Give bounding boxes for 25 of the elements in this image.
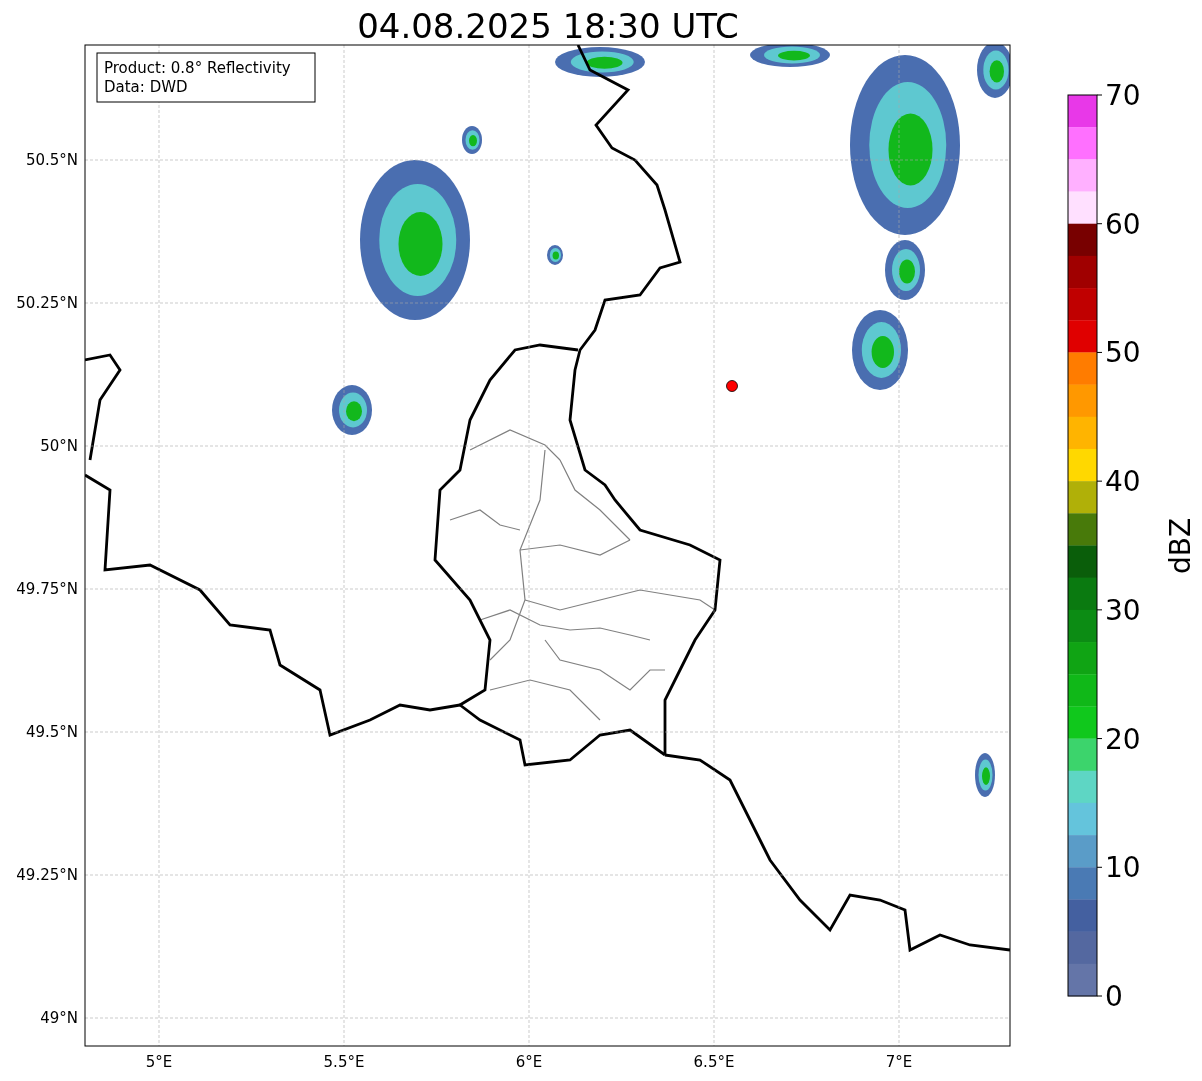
longitude-label: 5.5°E <box>323 1053 365 1071</box>
latitude-label: 49°N <box>40 1009 78 1027</box>
colorbar-tick-label: 20 <box>1105 722 1141 756</box>
latitude-label: 49.75°N <box>16 580 78 598</box>
latitude-label: 50.5°N <box>25 151 78 169</box>
colorbar-tick-label: 10 <box>1105 851 1141 885</box>
colorbar-tick-label: 70 <box>1105 79 1141 112</box>
colorbar-label: dBZ <box>1164 517 1197 575</box>
colorbar-tick-label: 0 <box>1105 980 1123 1013</box>
colorbar-tick-label: 40 <box>1105 465 1141 499</box>
longitude-label: 6°E <box>515 1053 543 1071</box>
latitude-label: 49.25°N <box>16 866 78 884</box>
info-text: Data: DWD <box>104 78 188 96</box>
colorbar-tick-label: 50 <box>1105 336 1141 370</box>
longitude-label: 7°E <box>885 1053 913 1071</box>
location-marker <box>726 380 738 392</box>
map-title: 04.08.2025 18:30 UTC <box>357 6 739 46</box>
info-text: Product: 0.8° Reflectivity <box>104 59 291 77</box>
longitude-label: 6.5°E <box>693 1053 735 1071</box>
longitude-label: 5°E <box>145 1053 173 1071</box>
colorbar-tick-label: 30 <box>1105 593 1141 627</box>
colorbar-tick-label: 60 <box>1105 207 1141 241</box>
latitude-label: 50.25°N <box>16 294 78 312</box>
latitude-label: 49.5°N <box>25 723 78 741</box>
latitude-label: 50°N <box>40 437 78 455</box>
